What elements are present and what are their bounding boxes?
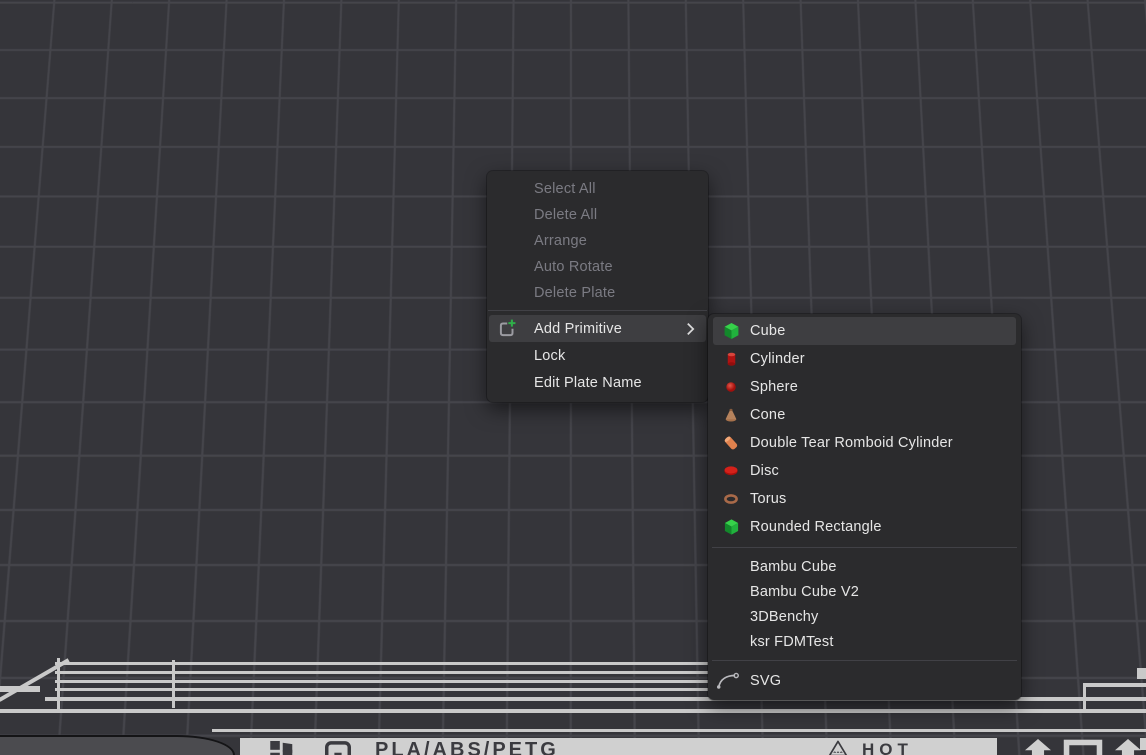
menu-separator (712, 660, 1017, 661)
menu-separator (712, 547, 1017, 548)
plate-rim-tick (172, 660, 175, 708)
submenu-item-cube[interactable]: Cube (713, 317, 1016, 345)
submenu-item-label: SVG (750, 673, 781, 689)
menu-item-label: Delete All (534, 207, 597, 223)
double-tear-romboid-cylinder-icon (719, 434, 743, 452)
plate-front-line (212, 729, 1146, 732)
menu-separator (488, 310, 707, 311)
plate-corner-chute (0, 735, 235, 755)
menu-item-delete-plate[interactable]: Delete Plate (487, 280, 708, 306)
menu-item-label: Add Primitive (534, 321, 622, 337)
menu-item-label: Select All (534, 181, 596, 197)
plate-rim-mark (1137, 668, 1146, 679)
warning-triangle-icon (828, 740, 848, 755)
plate-rim-line (1083, 683, 1146, 687)
disc-icon (719, 465, 743, 477)
submenu-item-cylinder[interactable]: Cylinder (713, 345, 1016, 373)
cone-icon (719, 407, 743, 423)
submenu-item-torus[interactable]: Torus (713, 485, 1016, 513)
menu-item-label: Delete Plate (534, 285, 615, 301)
submenu-item-sphere[interactable]: Sphere (713, 373, 1016, 401)
add-primitive-submenu: Cube Cylinder Sphere Cone Double Tear Romboi… (708, 314, 1021, 700)
submenu-item-label: Sphere (750, 379, 798, 395)
plate-label-strip: PLA/ABS/PETG HOT (240, 738, 997, 755)
cube-icon (719, 322, 743, 340)
sphere-icon (719, 380, 743, 394)
submenu-item-label: ksr FDMTest (750, 634, 834, 650)
menu-item-label: Lock (534, 348, 565, 364)
menu-item-label: Edit Plate Name (534, 375, 642, 391)
menu-item-label: Arrange (534, 233, 587, 249)
bambu-logo-icon (270, 741, 294, 755)
hot-label: HOT (862, 740, 913, 755)
menu-item-delete-all[interactable]: Delete All (487, 202, 708, 228)
submenu-item-rounded-rectangle[interactable]: Rounded Rectangle (713, 513, 1016, 541)
submenu-item-label: Bambu Cube V2 (750, 584, 859, 600)
menu-item-lock[interactable]: Lock (487, 342, 708, 369)
submenu-item-label: Cube (750, 323, 785, 339)
square-outline-icon (1062, 739, 1104, 755)
submenu-item-3dbenchy[interactable]: 3DBenchy (713, 604, 1016, 629)
menu-item-auto-rotate[interactable]: Auto Rotate (487, 254, 708, 280)
plate-rim-tick (1083, 683, 1086, 713)
submenu-item-label: Cylinder (750, 351, 805, 367)
up-arrow-icon (1022, 739, 1054, 755)
hot-warning: HOT (828, 740, 913, 755)
chevron-right-icon (686, 322, 695, 335)
submenu-item-bambu-cube-v2[interactable]: Bambu Cube V2 (713, 579, 1016, 604)
submenu-item-double-tear-romboid-cylinder[interactable]: Double Tear Romboid Cylinder (713, 429, 1016, 457)
menu-item-edit-plate-name[interactable]: Edit Plate Name (487, 369, 708, 396)
plate-right-markings (1022, 739, 1144, 755)
submenu-item-label: Bambu Cube (750, 559, 837, 575)
plate-material-label: PLA/ABS/PETG (375, 739, 559, 755)
cylinder-icon (719, 351, 743, 368)
submenu-item-label: Cone (750, 407, 785, 423)
submenu-item-svg[interactable]: SVG (713, 667, 1016, 695)
menu-item-arrange[interactable]: Arrange (487, 228, 708, 254)
plate-rim-bar (0, 686, 40, 692)
add-primitive-icon (496, 318, 518, 340)
plate-rim-tick (57, 658, 60, 710)
submenu-item-bambu-cube[interactable]: Bambu Cube (713, 554, 1016, 579)
submenu-item-label: 3DBenchy (750, 609, 819, 625)
submenu-item-label: Double Tear Romboid Cylinder (750, 435, 953, 451)
3d-viewport[interactable]: PLA/ABS/PETG HOT Select All Delete All Arr… (0, 0, 1146, 755)
plate-rim-line (0, 709, 1146, 713)
menu-item-add-primitive[interactable]: Add Primitive (489, 315, 706, 342)
submenu-item-label: Rounded Rectangle (750, 519, 882, 535)
plate-context-menu: Select All Delete All Arrange Auto Rotate De… (487, 171, 708, 402)
menu-item-select-all[interactable]: Select All (487, 176, 708, 202)
submenu-item-label: Torus (750, 491, 786, 507)
submenu-item-label: Disc (750, 463, 779, 479)
torus-icon (719, 493, 743, 505)
menu-item-label: Auto Rotate (534, 259, 613, 275)
plate-edge-mark (1140, 738, 1146, 750)
plate-type-icon (325, 741, 351, 755)
rounded-rectangle-icon (719, 518, 743, 536)
bezier-curve-icon (716, 672, 740, 691)
submenu-item-disc[interactable]: Disc (713, 457, 1016, 485)
submenu-item-cone[interactable]: Cone (713, 401, 1016, 429)
submenu-item-ksr-fdmtest[interactable]: ksr FDMTest (713, 629, 1016, 654)
